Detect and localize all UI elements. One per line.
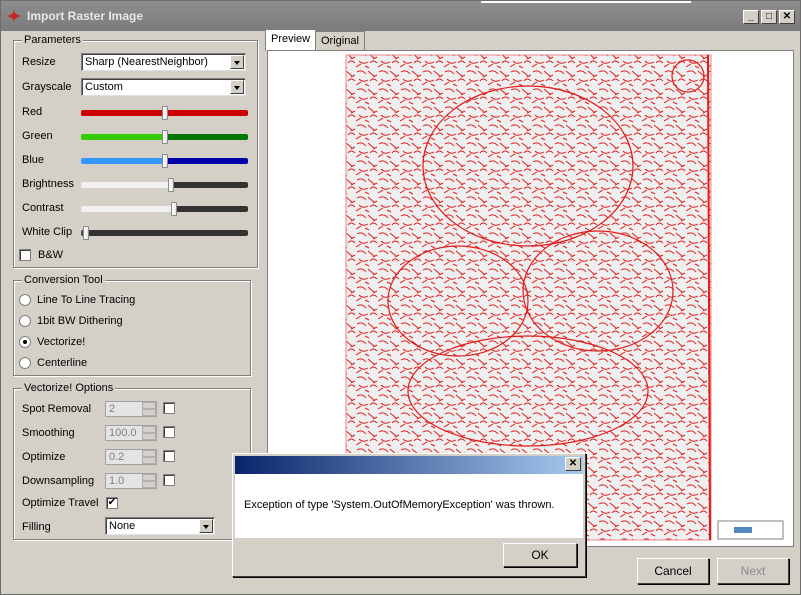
- minimize-button[interactable]: _: [743, 10, 759, 24]
- spin-down-icon[interactable]: [142, 457, 156, 464]
- window-title: Import Raster Image: [27, 9, 144, 23]
- filling-value: None: [109, 520, 136, 532]
- vectorize-option-value-2: 0.2: [109, 451, 125, 463]
- filling-combo[interactable]: None: [105, 517, 215, 535]
- vectorize-option-checkbox-2[interactable]: [163, 450, 175, 462]
- vectorize-option-label-2: Optimize: [22, 451, 66, 463]
- ok-button[interactable]: OK: [503, 543, 577, 567]
- slider-label-4: Contrast: [22, 202, 64, 214]
- slider-thumb-1[interactable]: [161, 130, 168, 144]
- dialog-message-area: Exception of type 'System.OutOfMemoryExc…: [235, 474, 583, 538]
- spin-down-icon[interactable]: [142, 433, 156, 440]
- chevron-down-icon[interactable]: [230, 80, 244, 94]
- tab-original[interactable]: Original: [315, 31, 365, 51]
- vectorize-option-spinner-2[interactable]: 0.2: [105, 449, 157, 465]
- parameters-group: Parameters Resize Sharp (NearestNeighbor…: [13, 34, 258, 268]
- maximize-button[interactable]: □: [761, 10, 777, 24]
- vectorize-option-checkbox-1[interactable]: [163, 426, 175, 438]
- chevron-down-icon[interactable]: [199, 519, 213, 533]
- slider-track-4[interactable]: [81, 206, 248, 212]
- conversion-option-label-0: Line To Line Tracing: [37, 294, 136, 306]
- slider-track-5[interactable]: [81, 230, 248, 236]
- spin-up-icon[interactable]: [142, 450, 156, 457]
- dialog-message: Exception of type 'System.OutOfMemoryExc…: [244, 499, 555, 511]
- spin-up-icon[interactable]: [142, 426, 156, 433]
- conversion-radio-2[interactable]: [19, 336, 31, 348]
- vectorize-options-label: Vectorize! Options: [22, 382, 116, 394]
- bw-checkbox[interactable]: [19, 249, 31, 261]
- conversion-radio-0[interactable]: [19, 294, 31, 306]
- app-logo-icon: [7, 9, 21, 23]
- filling-label: Filling: [22, 521, 51, 533]
- exception-dialog: ✕ Exception of type 'System.OutOfMemoryE…: [232, 453, 586, 577]
- vectorize-option-spinner-0[interactable]: 2: [105, 401, 157, 417]
- conversion-option-label-2: Vectorize!: [37, 336, 86, 348]
- grayscale-label: Grayscale: [22, 81, 72, 93]
- vectorize-option-label-1: Smoothing: [22, 427, 75, 439]
- conversion-radio-3[interactable]: [19, 357, 31, 369]
- vectorize-option-value-3: 1.0: [109, 475, 125, 487]
- slider-track-3[interactable]: [81, 182, 248, 188]
- slider-label-0: Red: [22, 106, 43, 118]
- cancel-button[interactable]: Cancel: [637, 558, 709, 584]
- vectorize-option-value-0: 2: [109, 403, 116, 415]
- dialog-close-icon[interactable]: ✕: [565, 457, 581, 471]
- vectorize-option-value-1: 100.0: [109, 427, 137, 439]
- import-raster-window: Import Raster Image _ □ ✕ Parameters Res…: [0, 0, 801, 595]
- vectorize-option-spinner-1[interactable]: 100.0: [105, 425, 157, 441]
- spin-down-icon[interactable]: [142, 481, 156, 488]
- dialog-title-bar[interactable]: [235, 456, 583, 474]
- conversion-radio-1[interactable]: [19, 315, 31, 327]
- grayscale-combo[interactable]: Custom: [81, 78, 246, 96]
- vectorize-option-label-0: Spot Removal: [22, 403, 92, 415]
- conversion-tool-label: Conversion Tool: [22, 274, 105, 286]
- grayscale-value: Custom: [85, 81, 123, 93]
- slider-thumb-0[interactable]: [161, 106, 168, 120]
- chevron-down-icon[interactable]: [230, 55, 244, 69]
- conversion-option-label-1: 1bit BW Dithering: [37, 315, 123, 327]
- spin-down-icon[interactable]: [142, 409, 156, 416]
- spin-up-icon[interactable]: [142, 402, 156, 409]
- conversion-option-label-3: Centerline: [37, 357, 88, 369]
- optimize-travel-label: Optimize Travel: [22, 497, 99, 509]
- check-icon: ✔: [107, 497, 117, 508]
- spin-up-icon[interactable]: [142, 474, 156, 481]
- vectorize-option-label-3: Downsampling: [22, 475, 95, 487]
- slider-thumb-3[interactable]: [167, 178, 174, 192]
- next-button[interactable]: Next: [717, 558, 789, 584]
- slider-label-1: Green: [22, 130, 53, 142]
- conversion-tool-group: Conversion Tool Line To Line Tracing 1bit…: [13, 274, 251, 376]
- tab-preview[interactable]: Preview: [265, 29, 317, 51]
- slider-label-3: Brightness: [22, 178, 74, 190]
- resize-combo[interactable]: Sharp (NearestNeighbor): [81, 53, 246, 71]
- slider-label-5: White Clip: [22, 226, 73, 238]
- close-button[interactable]: ✕: [779, 10, 795, 24]
- vectorize-option-checkbox-0[interactable]: [163, 402, 175, 414]
- slider-label-2: Blue: [22, 154, 45, 166]
- slider-thumb-2[interactable]: [161, 154, 168, 168]
- slider-thumb-5[interactable]: [82, 226, 89, 240]
- title-bar[interactable]: Import Raster Image _ □ ✕: [1, 1, 800, 31]
- slider-thumb-4[interactable]: [171, 202, 178, 216]
- optimize-travel-checkbox[interactable]: ✔: [106, 497, 118, 509]
- vectorize-options-group: Vectorize! Options Spot Removal 2 Smoothin…: [13, 382, 251, 540]
- vectorize-option-checkbox-3[interactable]: [163, 474, 175, 486]
- vectorize-option-spinner-3[interactable]: 1.0: [105, 473, 157, 489]
- resize-value: Sharp (NearestNeighbor): [85, 56, 208, 68]
- bw-label: B&W: [38, 249, 64, 261]
- top-edge: [481, 1, 691, 3]
- resize-label: Resize: [22, 56, 56, 68]
- parameters-group-label: Parameters: [22, 34, 83, 46]
